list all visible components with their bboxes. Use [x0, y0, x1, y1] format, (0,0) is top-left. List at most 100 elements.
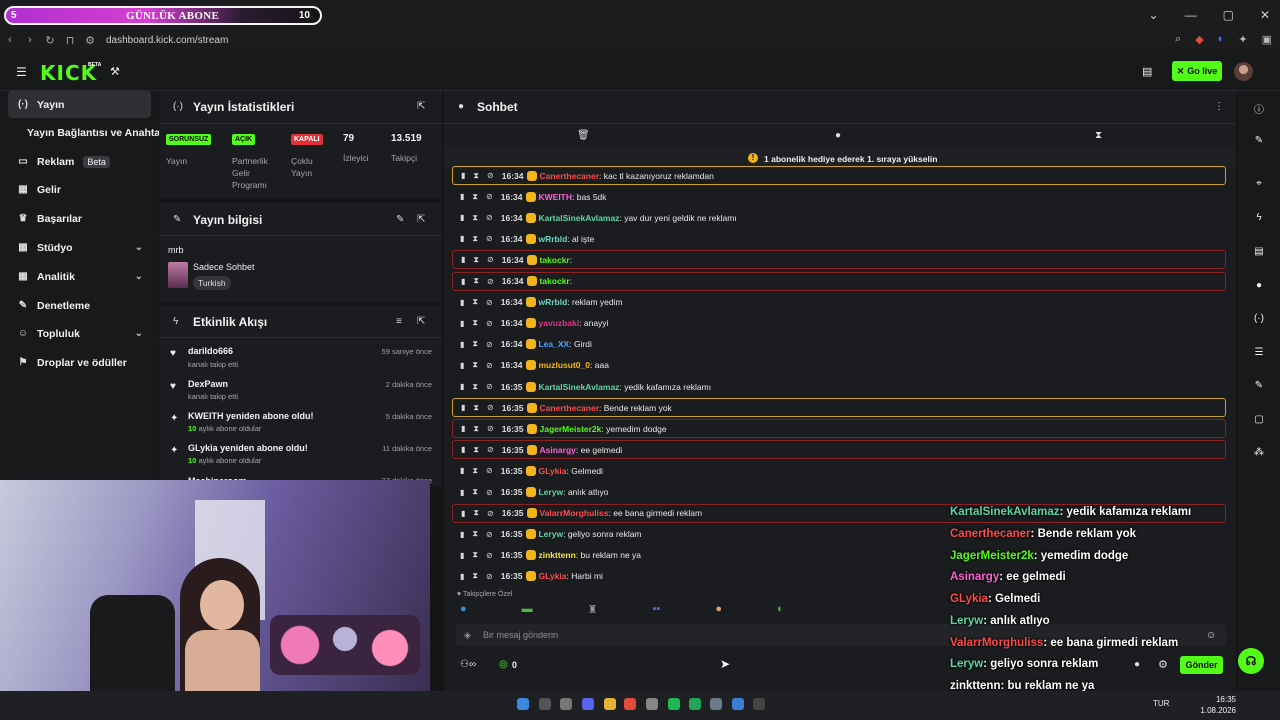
wrench-icon[interactable]: ✎	[1252, 380, 1266, 391]
nav-topluluk[interactable]: ☺ Topluluk ⌄	[8, 320, 151, 347]
hourglass-icon[interactable]: ⧗	[472, 487, 478, 497]
trash-icon[interactable]: ▮	[461, 277, 465, 286]
zoom-icon[interactable]: ⌕	[1175, 33, 1181, 46]
hourglass-icon[interactable]: ⧗	[472, 529, 478, 539]
nav-droplar[interactable]: ⚑ Droplar ve ödüller	[8, 349, 151, 376]
trash-icon[interactable]: ▮	[460, 382, 464, 391]
message-user[interactable]: Leryw	[538, 529, 563, 539]
send-button[interactable]: Gönder	[1180, 656, 1223, 674]
bookmark-icon[interactable]: ⊓	[60, 34, 80, 47]
nav-denetleme[interactable]: ✎ Denetleme	[8, 292, 151, 319]
browser-icon[interactable]	[624, 698, 636, 710]
nav-stream-key[interactable]: Yayın Bağlantısı ve Anahtarı	[8, 119, 167, 146]
menu-icon[interactable]: ☰	[16, 65, 27, 79]
message-user[interactable]: muzlusut0_0	[538, 360, 590, 370]
chat-message-row[interactable]: ▮ ⧗ ⊘ 16:34 Lea_XX: Girdi	[452, 335, 1226, 354]
app-icon[interactable]	[646, 698, 658, 710]
chat-message-row[interactable]: ▮ ⧗ ⊘ 16:35 GLykia: Harbi mi	[452, 567, 1226, 586]
gear-icon[interactable]: ⚙	[1158, 658, 1168, 671]
ban-icon[interactable]: ⊘	[486, 572, 493, 581]
chat-message-row[interactable]: ▮ ⧗ ⊘ 16:35 Asinargy: ee gelmedi	[452, 440, 1226, 460]
message-user[interactable]: wRrbld	[538, 234, 567, 244]
message-user[interactable]: Asinargy	[539, 445, 575, 455]
message-user[interactable]: GLykia	[538, 571, 566, 581]
nav-yayin[interactable]: (·) Yayın	[8, 91, 151, 118]
edit-icon[interactable]: ✎	[1252, 135, 1266, 146]
hourglass-icon[interactable]: ⧗	[472, 192, 478, 202]
emote-icon[interactable]: ●	[460, 603, 467, 619]
chat-message-row[interactable]: ▮ ⧗ ⊘ 16:34 Canerthecaner: kac tl kazanıyoru…	[452, 166, 1226, 185]
trash-icon[interactable]: ▮	[460, 530, 464, 539]
chat-message-row[interactable]: ▮ ⧗ ⊘ 16:35 Leryw: anlık atlıyo	[452, 483, 1226, 502]
chat-bubble-icon[interactable]: ●	[1252, 280, 1266, 291]
emote-icon[interactable]: ♜	[588, 603, 598, 619]
chat-message-row[interactable]: ▮ ⧗ ⊘ 16:35 JagerMeister2k: yemedim dodge	[452, 419, 1226, 439]
ban-icon[interactable]: ⊘	[486, 530, 493, 539]
search-icon[interactable]	[539, 698, 551, 710]
settings-icon[interactable]	[710, 698, 722, 710]
trash-icon[interactable]: ▮	[460, 361, 464, 370]
document-icon[interactable]: ▤	[1252, 246, 1266, 257]
chat-message-row[interactable]: ▮ ⧗ ⊘ 16:35 KartalSinekAvlamaz: yedik kafamı…	[452, 377, 1226, 396]
popout-icon[interactable]: ⇱	[417, 316, 425, 327]
nav-studyo[interactable]: ▦ Stüdyo ⌄	[8, 234, 151, 261]
ban-icon[interactable]: ⊘	[486, 192, 493, 201]
ban-icon[interactable]: ⊘	[487, 509, 494, 518]
ban-icon[interactable]: ⊘	[487, 255, 494, 264]
chat-message-row[interactable]: ▮ ⧗ ⊘ 16:34 wRrbld: reklam yedim	[452, 293, 1226, 312]
chat-message-row[interactable]: ▮ ⧗ ⊘ 16:34 takockr:	[452, 271, 1226, 291]
trash-icon[interactable]: 🗑	[577, 130, 590, 141]
bolt-icon[interactable]: ϟ	[1252, 212, 1266, 223]
trash-icon[interactable]: ▮	[460, 192, 464, 201]
hourglass-icon[interactable]: ⧗	[473, 171, 479, 181]
more-vertical-icon[interactable]: ⋮	[1214, 101, 1224, 112]
terminal-icon[interactable]	[753, 698, 765, 710]
spotify-icon[interactable]	[668, 698, 680, 710]
trash-icon[interactable]: ▮	[460, 319, 464, 328]
target-icon[interactable]: ⌖	[1252, 178, 1266, 189]
chat-message-row[interactable]: ▮ ⧗ ⊘ 16:35 Canerthecaner: Bende reklam yok	[452, 398, 1226, 418]
back-icon[interactable]: ‹	[0, 34, 20, 46]
broadcast-icon[interactable]: (·)	[1252, 313, 1266, 324]
sidebar-icon[interactable]: ▣	[1262, 33, 1272, 46]
edit-icon[interactable]: ✎	[396, 214, 404, 225]
trash-icon[interactable]: ▮	[460, 466, 464, 475]
emoji-icon[interactable]: ☺	[1206, 630, 1216, 641]
ban-icon[interactable]: ⊘	[486, 234, 493, 243]
site-info-icon[interactable]: ⚙	[80, 34, 100, 47]
trash-icon[interactable]: ▮	[461, 509, 465, 518]
maximize-icon[interactable]: ▢	[1223, 8, 1234, 22]
hourglass-icon[interactable]: ⧗	[472, 297, 478, 307]
layers-icon[interactable]: ☰	[1252, 347, 1266, 358]
share-icon[interactable]: ⁂	[1252, 447, 1266, 458]
message-user[interactable]: ValarrMorghuliss	[539, 508, 608, 518]
emote-icon[interactable]: ●	[715, 603, 722, 619]
trash-icon[interactable]: ▮	[460, 234, 464, 243]
message-user[interactable]: Leryw	[538, 487, 563, 497]
ban-icon[interactable]: ⊘	[486, 213, 493, 222]
chat-message-row[interactable]: ▮ ⧗ ⊘ 16:34 KartalSinekAvlamaz: yav dur yeni…	[452, 208, 1226, 227]
reload-icon[interactable]: ↻	[40, 34, 60, 47]
message-user[interactable]: Canerthecaner	[539, 171, 599, 181]
hourglass-icon[interactable]: ⧗	[473, 424, 479, 434]
extensions-icon[interactable]: ✦	[1238, 33, 1247, 46]
emote-bar[interactable]: ● ▬ ♜ ▪▪ ● ◐	[456, 603, 1226, 619]
extension-icon[interactable]: ◐	[1218, 33, 1225, 46]
support-icon[interactable]: ☊	[1238, 648, 1264, 674]
trash-icon[interactable]: ▮	[460, 298, 464, 307]
chat-bubble-icon[interactable]: ●	[835, 130, 841, 141]
message-user[interactable]: Lea_XX	[538, 339, 569, 349]
trash-icon[interactable]: ▮	[461, 445, 465, 454]
hourglass-icon[interactable]: ⧗	[472, 318, 478, 328]
chat-input[interactable]: Bir mesaj gönderin	[483, 630, 558, 640]
hourglass-icon[interactable]: ⧗	[472, 234, 478, 244]
message-user[interactable]: Canerthecaner	[539, 403, 599, 413]
trash-icon[interactable]: ▮	[461, 403, 465, 412]
filter-icon[interactable]: ≡	[396, 316, 402, 327]
message-user[interactable]: KartalSinekAvlamaz	[538, 213, 619, 223]
message-user[interactable]: takockr	[539, 276, 569, 286]
trash-icon[interactable]: ▮	[460, 551, 464, 560]
hourglass-icon[interactable]: ⧗	[473, 508, 479, 518]
hourglass-icon[interactable]: ⧗	[472, 466, 478, 476]
hourglass-icon[interactable]: ⧗	[472, 213, 478, 223]
